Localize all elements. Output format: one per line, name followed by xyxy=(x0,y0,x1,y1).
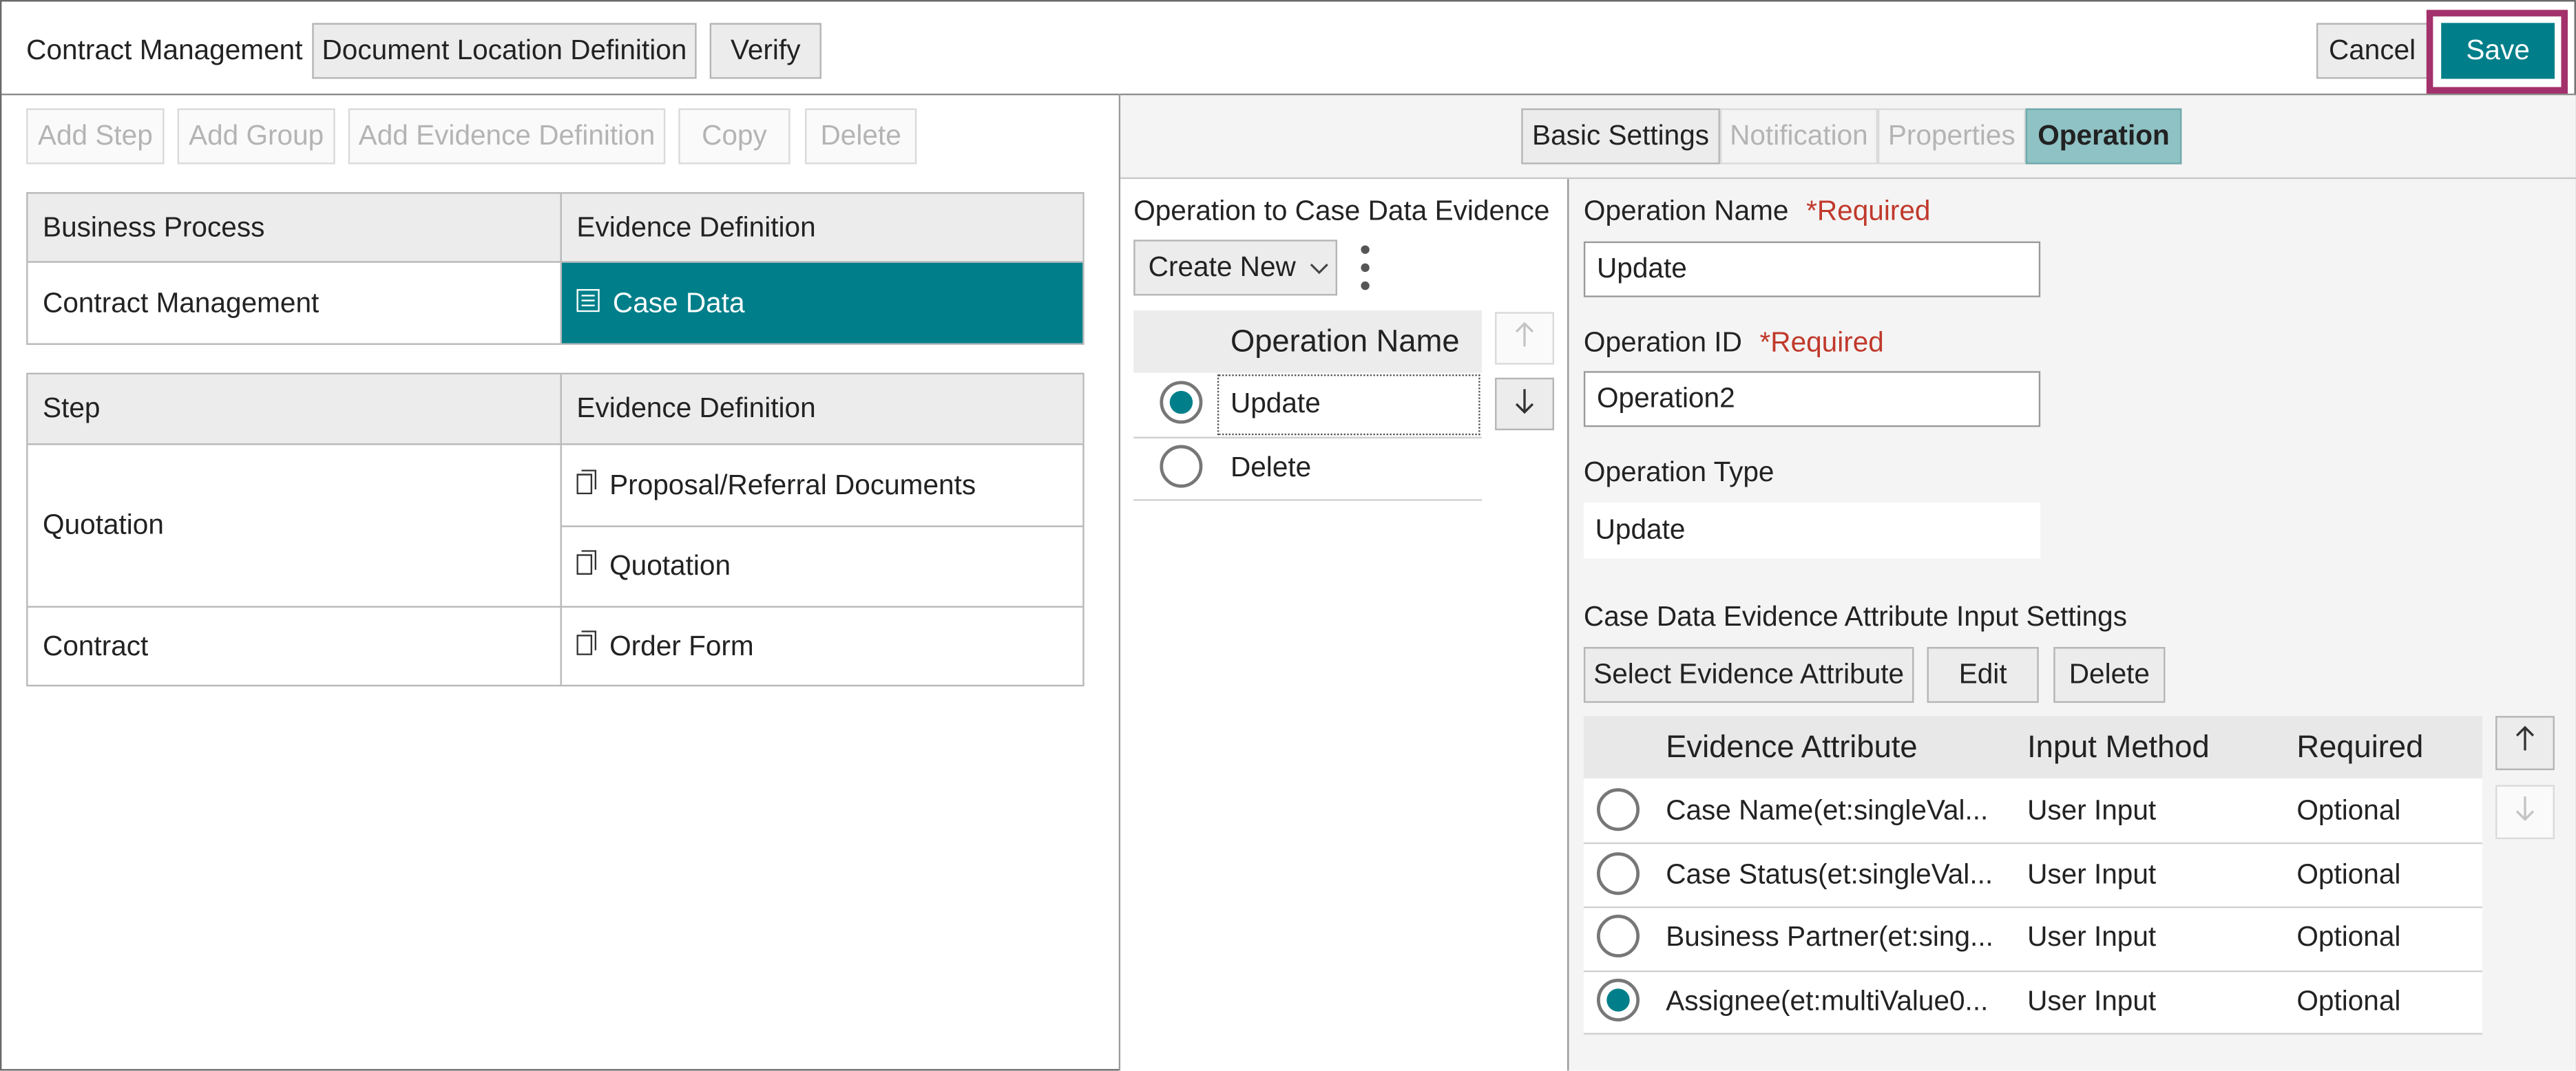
evidence-label: Proposal/Referral Documents xyxy=(609,469,976,500)
header-evidence-definition: Evidence Definition xyxy=(561,374,1083,445)
attribute-input-method: User Input xyxy=(2027,794,2157,827)
operation-radio-update[interactable] xyxy=(1160,381,1203,424)
cancel-button[interactable]: Cancel xyxy=(2316,23,2429,79)
attribute-input-method: User Input xyxy=(2027,858,2157,891)
operation-type-value: Update xyxy=(1583,502,2041,559)
evidence-label: Case Data xyxy=(612,286,745,318)
tab-properties[interactable]: Properties xyxy=(1877,108,2026,165)
attribute-name: Case Status(et:singleVal... xyxy=(1666,858,1993,891)
delete-button[interactable]: Delete xyxy=(805,108,917,165)
operation-item-label: Update xyxy=(1230,388,1321,419)
list-icon xyxy=(576,286,600,319)
document-location-definition-button[interactable]: Document Location Definition xyxy=(312,23,697,79)
verify-button[interactable]: Verify xyxy=(709,23,821,79)
attribute-input-method: User Input xyxy=(2027,921,2157,953)
operation-id-field[interactable]: Operation2 xyxy=(1583,371,2041,427)
move-down-button[interactable] xyxy=(1495,377,1554,431)
document-icon xyxy=(576,469,597,502)
process-cell[interactable]: Contract Management xyxy=(28,262,562,343)
operation-name-label-text: Operation Name xyxy=(1583,195,1789,227)
business-process-table: Business Process Evidence Definition Con… xyxy=(26,192,1085,346)
operation-panel-title: Operation to Case Data Evidence xyxy=(1133,195,1550,227)
operation-name-label: Operation Name *Required xyxy=(1584,197,1931,225)
delete-attribute-button[interactable]: Delete xyxy=(2053,647,2166,703)
evidence-cell[interactable]: Quotation xyxy=(561,527,1083,608)
required-indicator: *Required xyxy=(1759,326,1884,359)
operation-name-column-header: Operation Name xyxy=(1230,325,1460,360)
evidence-label: Quotation xyxy=(609,550,731,582)
add-group-button[interactable]: Add Group xyxy=(177,108,335,165)
copy-button[interactable]: Copy xyxy=(678,108,790,165)
header-evidence-definition: Evidence Definition xyxy=(561,193,1083,263)
attribute-radio[interactable] xyxy=(1596,914,1640,957)
arrow-up-icon xyxy=(2515,725,2535,761)
document-icon xyxy=(576,629,597,663)
attribute-required: Optional xyxy=(2296,794,2401,827)
operation-radio-delete[interactable] xyxy=(1160,445,1203,488)
tab-notification[interactable]: Notification xyxy=(1719,108,1878,165)
attribute-required: Optional xyxy=(2296,858,2401,891)
evidence-cell[interactable]: Proposal/Referral Documents xyxy=(561,445,1083,527)
move-up-button[interactable] xyxy=(1495,312,1554,365)
app-window: Contract Management Document Location De… xyxy=(0,0,2576,1071)
document-icon xyxy=(576,550,597,583)
arrow-down-icon xyxy=(2515,795,2535,829)
attribute-radio[interactable] xyxy=(1596,788,1640,831)
arrow-down-icon xyxy=(1515,387,1535,421)
kebab-menu-icon[interactable] xyxy=(1357,242,1374,294)
attribute-radio[interactable] xyxy=(1596,978,1640,1021)
step-cell-quotation[interactable]: Quotation xyxy=(28,445,562,608)
header-business-process: Business Process xyxy=(28,193,562,263)
attribute-name: Business Partner(et:sing... xyxy=(1666,921,1993,953)
edit-button[interactable]: Edit xyxy=(1927,647,2039,703)
attribute-name: Assignee(et:multiValue0... xyxy=(1666,985,1989,1017)
operation-item-label: Delete xyxy=(1230,452,1312,483)
chevron-down-icon xyxy=(1309,251,1329,284)
step-table: Step Evidence Definition Quotation Propo… xyxy=(26,372,1085,687)
add-evidence-definition-button[interactable]: Add Evidence Definition xyxy=(348,108,666,165)
tab-basic-settings[interactable]: Basic Settings xyxy=(1521,108,1720,165)
operation-id-label-text: Operation ID xyxy=(1583,326,1742,359)
evidence-cell-case-data[interactable]: Case Data xyxy=(561,262,1083,343)
attribute-name: Case Name(et:singleVal... xyxy=(1666,794,1989,827)
attribute-move-down-button[interactable] xyxy=(2495,785,2555,840)
operation-name-field[interactable]: Update xyxy=(1583,241,2041,297)
add-step-button[interactable]: Add Step xyxy=(26,108,165,165)
create-new-label: Create New xyxy=(1148,251,1296,283)
evidence-label: Order Form xyxy=(609,629,754,661)
save-button[interactable]: Save xyxy=(2441,23,2555,79)
attribute-required: Optional xyxy=(2296,921,2401,953)
attribute-radio[interactable] xyxy=(1596,852,1640,895)
step-cell-contract[interactable]: Contract xyxy=(28,607,562,685)
attribute-settings-title: Case Data Evidence Attribute Input Setti… xyxy=(1583,601,2128,633)
required-indicator: *Required xyxy=(1806,195,1931,227)
panel-split-divider xyxy=(1567,179,1569,1071)
header-input-method: Input Method xyxy=(2027,730,2210,765)
evidence-cell[interactable]: Order Form xyxy=(562,608,1082,685)
row-divider xyxy=(1583,1032,2482,1035)
header-step: Step xyxy=(28,374,562,445)
create-new-dropdown[interactable]: Create New xyxy=(1133,240,1338,296)
attribute-required: Optional xyxy=(2296,985,2401,1017)
header-evidence-attribute: Evidence Attribute xyxy=(1666,730,1918,765)
operation-type-label: Operation Type xyxy=(1583,456,1774,488)
header-required: Required xyxy=(2296,730,2424,765)
attribute-move-up-button[interactable] xyxy=(2495,716,2555,770)
select-evidence-attribute-button[interactable]: Select Evidence Attribute xyxy=(1583,647,1914,703)
attribute-input-method: User Input xyxy=(2027,985,2157,1017)
arrow-up-icon xyxy=(1515,321,1535,355)
tab-operation[interactable]: Operation xyxy=(2025,108,2182,165)
row-divider xyxy=(1133,499,1482,501)
operation-id-label: Operation ID *Required xyxy=(1584,328,1884,357)
page-title: Contract Management xyxy=(26,34,303,66)
